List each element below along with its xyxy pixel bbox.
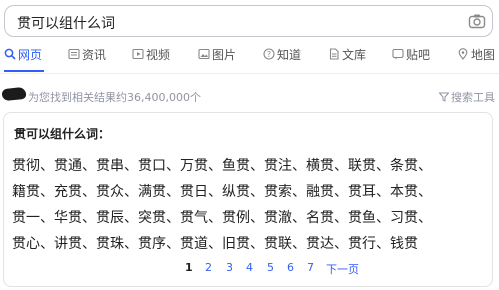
video-icon — [132, 48, 144, 60]
search-tabs: 网页 资讯 视频 图片 ? 知道 文库 贴吧 地图 — [0, 46, 499, 72]
redaction-scribble — [1, 86, 27, 102]
result-count: 为您找到相关结果约36,400,000个 — [28, 91, 201, 104]
svg-text:?: ? — [267, 50, 271, 59]
tab-label: 网页 — [18, 48, 43, 62]
divider — [0, 73, 499, 74]
tab-map[interactable]: 地图 — [457, 46, 495, 72]
tab-label: 资讯 — [82, 48, 107, 62]
pagination: 1 2 3 4 5 6 7 下一页 — [0, 261, 499, 277]
news-icon — [68, 48, 80, 60]
word-row: 贯一、华贯、贯辰、突贯、贯气、贯例、贯澈、名贯、贯鱼、习贯、 — [12, 210, 432, 226]
page-link[interactable]: 3 — [226, 261, 233, 274]
result-stats: 为您找到相关结果约36,400,000个 搜索工具 — [0, 86, 499, 105]
tab-news[interactable]: 资讯 — [68, 46, 106, 72]
tab-tieba[interactable]: 贴吧 — [392, 46, 430, 72]
tab-wenku[interactable]: 文库 — [328, 46, 366, 72]
tab-label: 地图 — [471, 48, 496, 62]
word-row: 贯彻、贯通、贯串、贯口、万贯、鱼贯、贯注、横贯、联贯、条贯、 — [12, 158, 432, 174]
page-link-current[interactable]: 1 — [185, 261, 193, 274]
tab-web[interactable]: 网页 — [4, 46, 42, 72]
tab-zhidao[interactable]: ? 知道 — [263, 46, 301, 72]
page-link[interactable]: 4 — [246, 261, 253, 274]
page-link[interactable]: 6 — [287, 261, 294, 274]
search-tools-button[interactable]: 搜索工具 — [439, 89, 495, 105]
tab-label: 视频 — [146, 48, 171, 62]
tab-video[interactable]: 视频 — [132, 46, 170, 72]
word-row: 籍贯、充贯、贯众、满贯、贯日、纵贯、贯索、融贯、贯耳、本贯、 — [12, 184, 432, 200]
page-link[interactable]: 7 — [307, 261, 314, 274]
document-icon — [329, 48, 339, 60]
search-input[interactable]: 贯可以组什么词 — [17, 13, 115, 33]
search-icon — [4, 48, 16, 60]
image-icon — [198, 48, 210, 60]
tab-images[interactable]: 图片 — [198, 46, 236, 72]
card-title: 贯可以组什么词： — [14, 127, 111, 141]
tab-label: 文库 — [342, 48, 367, 62]
word-list: 贯彻、贯通、贯串、贯口、万贯、鱼贯、贯注、横贯、联贯、条贯、 籍贯、充贯、贯众、… — [12, 155, 432, 259]
active-tab-indicator — [4, 70, 44, 72]
camera-icon[interactable] — [468, 12, 486, 30]
search-tools-label: 搜索工具 — [451, 91, 495, 104]
page-link[interactable]: 5 — [267, 261, 274, 274]
tab-label: 知道 — [277, 48, 302, 62]
search-box[interactable]: 贯可以组什么词 — [4, 5, 493, 37]
next-page-link[interactable]: 下一页 — [326, 261, 359, 277]
tieba-icon — [392, 48, 404, 60]
map-icon — [458, 48, 468, 60]
filter-icon — [439, 92, 449, 102]
page-link[interactable]: 2 — [205, 261, 212, 274]
word-row: 贯心、讲贯、贯珠、贯序、贯道、旧贯、贯联、贯达、贯行、钱贯 — [12, 236, 418, 252]
tab-label: 图片 — [212, 48, 237, 62]
tab-label: 贴吧 — [406, 48, 431, 62]
question-icon: ? — [263, 48, 275, 60]
